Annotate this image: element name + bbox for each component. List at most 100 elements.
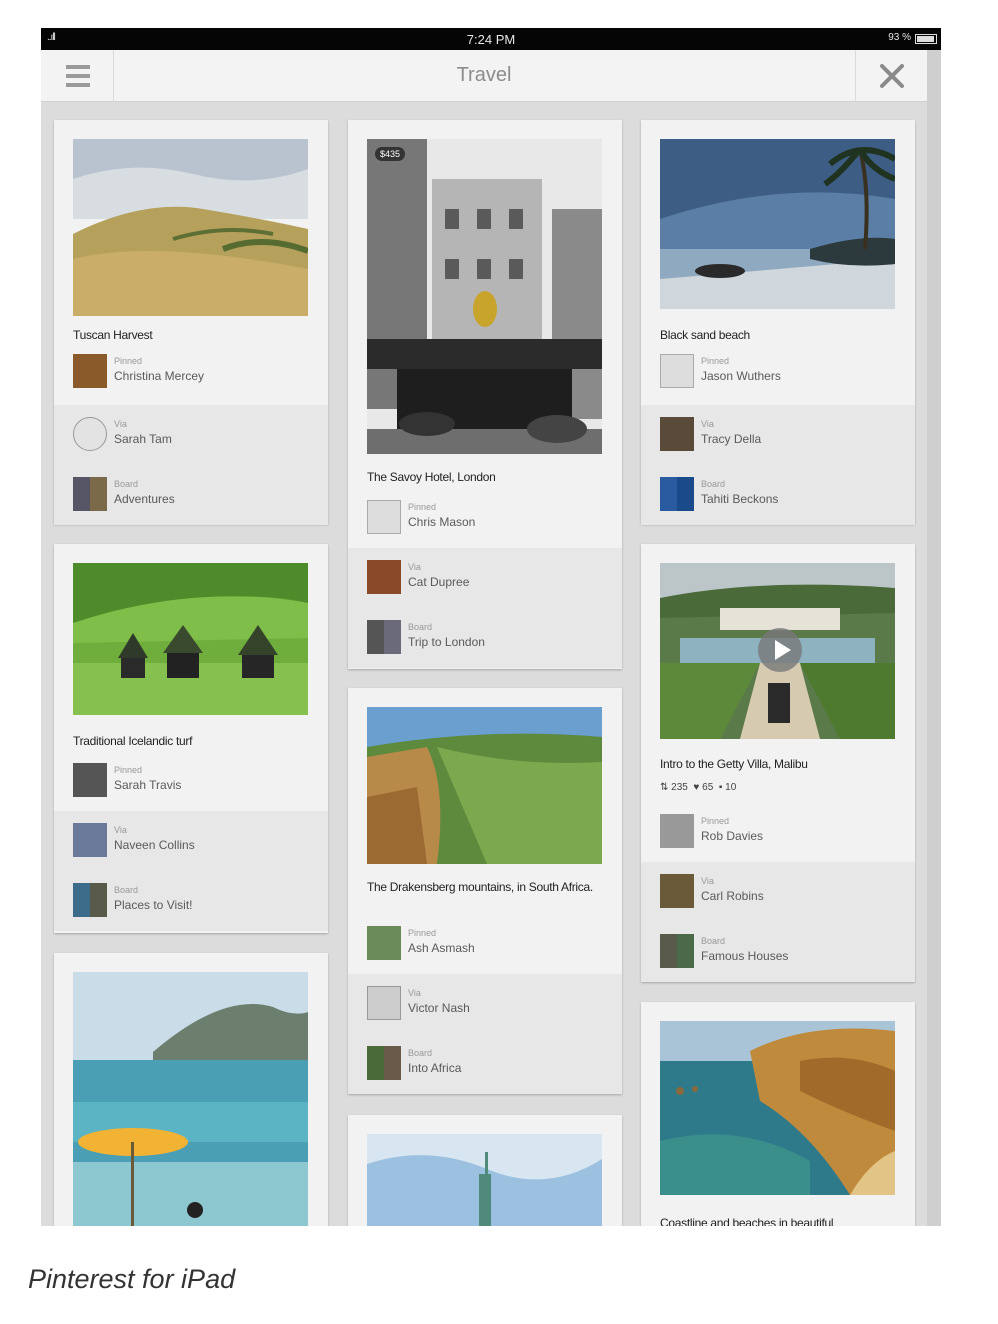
user-name[interactable]: Chris Mason [408, 515, 475, 529]
board-name[interactable]: Into Africa [408, 1061, 461, 1075]
close-button[interactable] [855, 50, 927, 102]
scrollbar[interactable] [927, 50, 941, 1226]
pin-title: Intro to the Getty Villa, Malibu [660, 757, 808, 771]
battery-percent: 93 % [888, 32, 911, 43]
repin-icon: ⇅ [660, 782, 669, 793]
user-name[interactable]: Jason Wuthers [701, 369, 781, 383]
avatar [660, 417, 694, 451]
via-row[interactable]: Via Tracy Della [641, 405, 915, 465]
board-name[interactable]: Adventures [114, 492, 175, 506]
via-row[interactable]: Via Sarah Tam [54, 405, 328, 465]
price-badge: $435 [375, 147, 406, 161]
pin-card-tuscan[interactable]: Tuscan Harvest Pinned Christina Mercey V… [54, 120, 328, 525]
pin-image[interactable] [73, 972, 308, 1226]
pin-title: The Savoy Hotel, London [367, 470, 496, 484]
user-name[interactable]: Sarah Travis [114, 778, 181, 792]
board-thumbnail [73, 477, 107, 511]
status-time: 7:24 PM [466, 32, 516, 47]
comment-count: 10 [725, 782, 737, 793]
status-bar: ..ıll 7:24 PM 93 % [41, 28, 941, 50]
pinned-by-row[interactable]: Pinned Christina Mercey [54, 342, 328, 402]
board-thumbnail [73, 883, 107, 917]
pin-image[interactable] [660, 1021, 895, 1195]
pin-card-iceland[interactable]: Traditional Icelandic turf Pinned Sarah … [54, 544, 328, 933]
pin-card-beach[interactable] [54, 953, 328, 1226]
user-name[interactable]: Christina Mercey [114, 369, 204, 383]
heart-icon: ♥ [693, 782, 700, 793]
pin-image[interactable] [660, 139, 895, 309]
avatar [367, 560, 401, 594]
pin-image[interactable] [367, 1134, 602, 1226]
board-row[interactable]: Board Adventures [54, 465, 328, 525]
pin-title: The Drakensberg mountains, in South Afri… [367, 880, 593, 894]
board-row[interactable]: Board Famous Houses [641, 922, 915, 982]
pin-card-drakensberg[interactable]: The Drakensberg mountains, in South Afri… [348, 688, 622, 1094]
avatar [367, 500, 401, 534]
pin-card-blacksand[interactable]: Black sand beach Pinned Jason Wuthers Vi… [641, 120, 915, 525]
board-name[interactable]: Famous Houses [701, 949, 788, 963]
via-row[interactable]: Via Victor Nash [348, 974, 622, 1034]
like-count: 65 [702, 782, 714, 793]
avatar [73, 823, 107, 857]
board-name[interactable]: Trip to London [408, 635, 485, 649]
avatar [367, 986, 401, 1020]
user-name[interactable]: Cat Dupree [408, 575, 469, 589]
user-name[interactable]: Carl Robins [701, 889, 764, 903]
user-name[interactable]: Tracy Della [701, 432, 761, 446]
pinned-by-row[interactable]: Pinned Ash Asmash [348, 914, 622, 974]
board-thumbnail [367, 620, 401, 654]
user-name[interactable]: Naveen Collins [114, 838, 195, 852]
battery-icon [915, 34, 937, 44]
nav-bar: Travel [41, 50, 927, 102]
board-row[interactable]: Board Into Africa [348, 1034, 622, 1094]
pinned-by-row[interactable]: Pinned Chris Mason [348, 488, 622, 548]
avatar [73, 354, 107, 388]
pin-card-liberty[interactable] [348, 1115, 622, 1226]
comment-icon: ▪ [718, 782, 723, 793]
via-row[interactable]: Via Carl Robins [641, 862, 915, 922]
pin-title: Tuscan Harvest [73, 328, 153, 342]
via-row[interactable]: Via Cat Dupree [348, 548, 622, 608]
pin-title: Black sand beach [660, 328, 750, 342]
pin-image[interactable]: $435 [367, 139, 602, 454]
pinned-by-row[interactable]: Pinned Jason Wuthers [641, 342, 915, 402]
page-title: Travel [456, 64, 512, 86]
pin-video[interactable] [660, 563, 895, 739]
avatar [73, 763, 107, 797]
pinned-by-row[interactable]: Pinned Sarah Travis [54, 751, 328, 811]
via-row[interactable]: Via Naveen Collins [54, 811, 328, 871]
user-name[interactable]: Sarah Tam [114, 432, 172, 446]
board-name[interactable]: Places to Visit! [114, 898, 192, 912]
avatar [660, 814, 694, 848]
pin-image[interactable] [73, 563, 308, 715]
user-name[interactable]: Ash Asmash [408, 941, 475, 955]
board-thumbnail [660, 477, 694, 511]
board-row[interactable]: Board Tahiti Beckons [641, 465, 915, 525]
ipad-screen: ..ıll 7:24 PM 93 % Travel Tuscan Harvest… [41, 28, 941, 1226]
board-name[interactable]: Tahiti Beckons [701, 492, 778, 506]
user-name[interactable]: Rob Davies [701, 829, 763, 843]
pin-image[interactable] [73, 139, 308, 316]
avatar [73, 417, 107, 451]
board-row[interactable]: Board Places to Visit! [54, 871, 328, 931]
avatar [660, 874, 694, 908]
pin-title: Coastline and beaches in beautiful [660, 1216, 834, 1226]
avatar [367, 926, 401, 960]
figure-caption: Pinterest for iPad [28, 1264, 236, 1294]
board-thumbnail [660, 934, 694, 968]
pin-card-savoy[interactable]: $435 The Savoy Hotel, London Pinned Chri… [348, 120, 622, 669]
pinned-by-row[interactable]: Pinned Rob Davies [641, 802, 915, 862]
avatar [660, 354, 694, 388]
board-thumbnail [367, 1046, 401, 1080]
repin-count: 235 [671, 782, 688, 793]
board-row[interactable]: Board Trip to London [348, 608, 622, 668]
pin-card-getty[interactable]: Intro to the Getty Villa, Malibu ⇅ 235 ♥… [641, 544, 915, 982]
play-icon [775, 640, 791, 660]
user-name[interactable]: Victor Nash [408, 1001, 470, 1015]
pin-card-coastline[interactable]: Coastline and beaches in beautiful [641, 1002, 915, 1226]
play-button[interactable] [758, 628, 802, 672]
pin-stats: ⇅ 235 ♥ 65 ▪ 10 [660, 782, 736, 793]
close-icon [880, 64, 904, 88]
pin-title: Traditional Icelandic turf [73, 734, 193, 748]
pin-image[interactable] [367, 707, 602, 864]
